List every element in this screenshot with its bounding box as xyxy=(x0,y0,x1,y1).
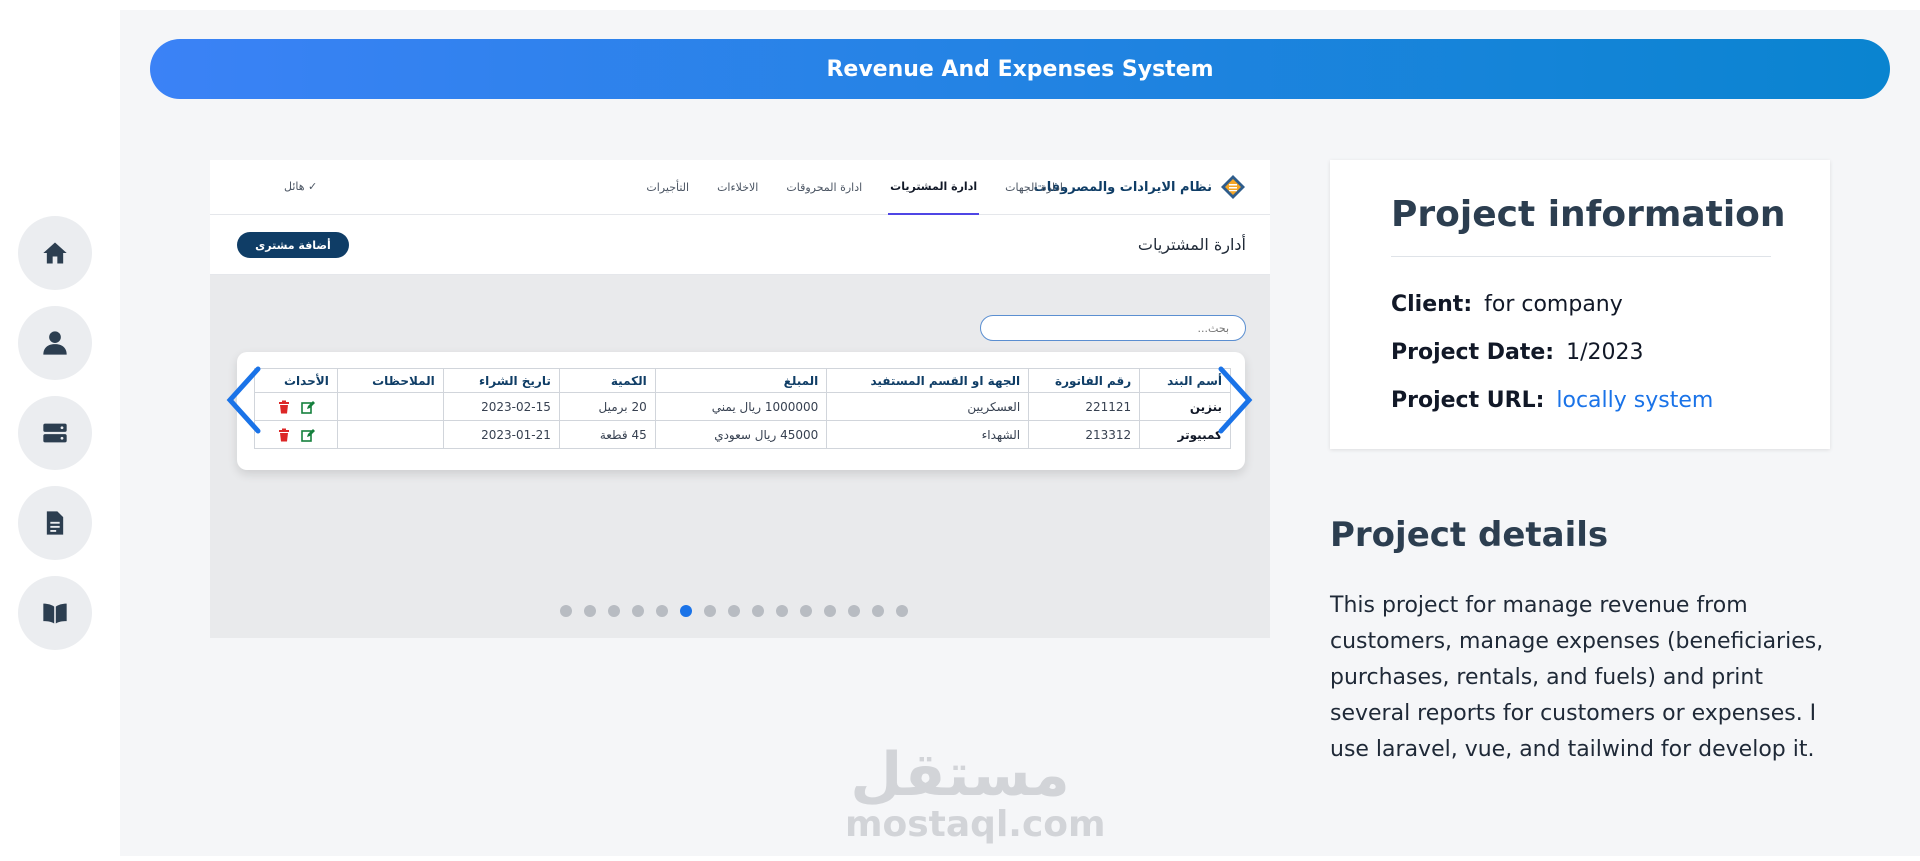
col-quantity: الكمية xyxy=(558,368,656,393)
nav-evacuations[interactable]: الاخلاءات xyxy=(715,160,760,215)
document-icon xyxy=(46,511,64,535)
page-header: أدارة المشتريات xyxy=(210,215,1270,275)
client-row: Client: for company xyxy=(1391,292,1623,317)
cell-quantity: 45 قطعة xyxy=(558,420,656,449)
carousel-dot[interactable] xyxy=(584,605,596,617)
resume-button[interactable] xyxy=(18,486,92,560)
nav-rentals[interactable]: التأجيرات xyxy=(644,160,691,215)
table-row: كمبيوتر 213312 الشهداء 45000 ريال سعودي … xyxy=(254,420,1231,449)
carousel-prev-button[interactable] xyxy=(224,365,264,435)
cell-notes xyxy=(336,392,444,421)
cell-amount: 45000 ريال سعودي xyxy=(654,420,828,449)
cell-quantity: 20 برميل xyxy=(558,392,656,421)
user-name: هائل xyxy=(284,180,305,193)
table-header-row: أسم البند رقم الفاتورة الجهة او القسم ال… xyxy=(254,368,1231,393)
carousel-dot[interactable] xyxy=(704,605,716,617)
date-value: 1/2023 xyxy=(1566,340,1644,365)
carousel-dot[interactable] xyxy=(632,605,644,617)
app-brand: نظام الايرادات والمصروفات xyxy=(1034,174,1246,200)
carousel-dot[interactable] xyxy=(800,605,812,617)
home-button[interactable] xyxy=(18,216,92,290)
watermark-latin: mostaql.com xyxy=(845,804,1106,845)
carousel-dot[interactable] xyxy=(680,605,692,617)
cell-invoice: 213312 xyxy=(1028,420,1141,449)
app-navbar: نظام الايرادات والمصروفات ادارة الجهات ا… xyxy=(210,160,1270,215)
cell-amount: 1000000 ريال يمني xyxy=(654,392,828,421)
search-input[interactable] xyxy=(980,315,1246,341)
trash-icon[interactable] xyxy=(277,428,291,442)
col-amount: المبلغ xyxy=(654,368,828,393)
carousel-dot[interactable] xyxy=(728,605,740,617)
project-info-card: Project information Client: for company … xyxy=(1330,160,1830,449)
logo-icon xyxy=(1221,175,1245,199)
chevron-left-icon xyxy=(226,366,261,434)
project-info-title: Project information xyxy=(1391,194,1786,235)
url-label: Project URL: xyxy=(1391,388,1545,413)
client-label: Client: xyxy=(1391,292,1473,317)
project-details-title: Project details xyxy=(1330,515,1609,555)
carousel-dot[interactable] xyxy=(872,605,884,617)
date-row: Project Date: 1/2023 xyxy=(1391,340,1644,365)
col-date: تاريخ الشراء xyxy=(442,368,560,393)
date-label: Project Date: xyxy=(1391,340,1555,365)
nav-agencies[interactable]: ادارة الجهات xyxy=(1003,160,1065,215)
cell-notes xyxy=(336,420,444,449)
project-url-link[interactable]: locally system xyxy=(1556,388,1713,413)
screenshot-slider: نظام الايرادات والمصروفات ادارة الجهات ا… xyxy=(210,160,1270,638)
add-purchase-button[interactable]: أضافة مشترى xyxy=(237,232,349,258)
client-value: for company xyxy=(1484,292,1623,317)
cell-beneficiary: الشهداء xyxy=(826,420,1030,449)
col-beneficiary: الجهة او القسم المستفيد xyxy=(826,368,1030,393)
col-invoice: رقم الفاتورة xyxy=(1028,368,1141,393)
project-banner: Revenue And Expenses System xyxy=(150,39,1890,99)
chevron-down-icon: ✓ xyxy=(308,180,318,193)
purchases-table: أسم البند رقم الفاتورة الجهة او القسم ال… xyxy=(254,368,1231,449)
book-icon xyxy=(43,603,67,624)
col-actions: الأحداث xyxy=(254,368,338,393)
carousel-dot[interactable] xyxy=(848,605,860,617)
chevron-right-icon xyxy=(1218,366,1253,434)
nav-fuels[interactable]: ادارة المحروقات xyxy=(784,160,864,215)
banner-title: Revenue And Expenses System xyxy=(826,56,1214,82)
carousel-pagination xyxy=(560,605,908,617)
watermark: مستقل mostaql.com xyxy=(845,740,1106,845)
col-notes: الملاحظات xyxy=(336,368,444,393)
app-nav: ادارة الجهات ادارة المشتريات ادارة المحر… xyxy=(644,160,1065,215)
carousel-next-button[interactable] xyxy=(1215,365,1255,435)
user-menu[interactable]: ✓ هائل xyxy=(284,180,317,193)
cell-invoice: 221121 xyxy=(1028,392,1141,421)
carousel-dot[interactable] xyxy=(752,605,764,617)
nav-purchases[interactable]: ادارة المشتريات xyxy=(888,160,980,215)
carousel-dot[interactable] xyxy=(656,605,668,617)
table-row: بنزين 221121 العسكريين 1000000 ريال يمني… xyxy=(254,392,1231,421)
portfolio-button[interactable] xyxy=(18,576,92,650)
carousel-dot[interactable] xyxy=(776,605,788,617)
cell-date: 2023-01-21 xyxy=(442,420,560,449)
side-nav xyxy=(0,0,120,861)
carousel-dot[interactable] xyxy=(608,605,620,617)
divider xyxy=(1391,256,1771,257)
carousel-dot[interactable] xyxy=(560,605,572,617)
trash-icon[interactable] xyxy=(277,400,291,414)
carousel-dot[interactable] xyxy=(896,605,908,617)
table-card: أسم البند رقم الفاتورة الجهة او القسم ال… xyxy=(237,352,1245,470)
server-icon xyxy=(43,423,67,443)
watermark-arabic: مستقل xyxy=(850,740,1070,810)
cell-beneficiary: العسكريين xyxy=(826,392,1030,421)
carousel-dot[interactable] xyxy=(824,605,836,617)
cell-actions xyxy=(254,420,338,449)
profile-button[interactable] xyxy=(18,306,92,380)
edit-icon[interactable] xyxy=(301,428,315,442)
cell-date: 2023-02-15 xyxy=(442,392,560,421)
home-icon xyxy=(43,242,67,264)
edit-icon[interactable] xyxy=(301,400,315,414)
services-button[interactable] xyxy=(18,396,92,470)
project-details-text: This project for manage revenue from cus… xyxy=(1330,593,1824,762)
cell-actions xyxy=(254,392,338,421)
url-row: Project URL: locally system xyxy=(1391,388,1713,413)
page-title: أدارة المشتريات xyxy=(1137,235,1246,254)
user-icon xyxy=(43,331,67,355)
